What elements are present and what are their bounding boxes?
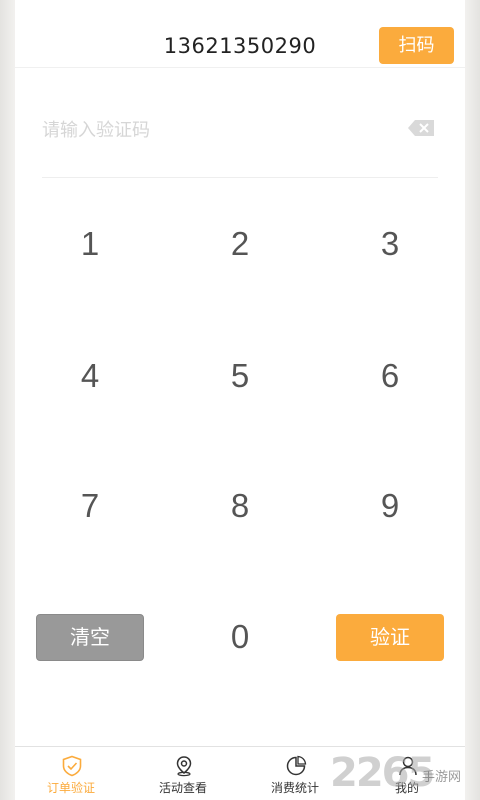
- verification-code-input[interactable]: [42, 112, 382, 148]
- key-0[interactable]: 0: [180, 597, 300, 677]
- left-edge-shadow: [0, 0, 15, 800]
- key-2[interactable]: 2: [180, 204, 300, 284]
- location-pin-icon: [176, 756, 192, 777]
- shield-check-icon: [62, 755, 82, 777]
- tab-order-verify[interactable]: 订单验证: [15, 747, 127, 800]
- backspace-icon[interactable]: [408, 120, 434, 136]
- scan-button[interactable]: 扫码: [379, 27, 454, 64]
- clear-button[interactable]: 清空: [36, 614, 144, 661]
- pie-chart-icon: [286, 755, 307, 776]
- right-edge-shadow: [465, 0, 480, 800]
- key-7[interactable]: 7: [30, 466, 150, 546]
- verify-button[interactable]: 验证: [336, 614, 444, 661]
- code-input-row: [42, 108, 438, 178]
- key-4[interactable]: 4: [30, 336, 150, 416]
- tab-activity-view[interactable]: 活动查看: [127, 747, 239, 800]
- tab-label: 消费统计: [270, 781, 319, 795]
- key-5[interactable]: 5: [180, 336, 300, 416]
- key-6[interactable]: 6: [330, 336, 450, 416]
- key-9[interactable]: 9: [330, 466, 450, 546]
- key-8[interactable]: 8: [180, 466, 300, 546]
- tab-label: 我的: [394, 781, 419, 795]
- header: 13621350290 扫码: [15, 0, 465, 68]
- tab-mine[interactable]: 我的: [351, 747, 463, 800]
- screen: 13621350290 扫码 1 2 3 4 5 6 7 8 9 清空 0 验证…: [15, 0, 465, 800]
- tab-consumption-stats[interactable]: 消费统计: [239, 747, 351, 800]
- tab-label: 活动查看: [158, 781, 207, 795]
- key-3[interactable]: 3: [330, 204, 450, 284]
- tab-label: 订单验证: [46, 781, 95, 795]
- person-icon: [399, 756, 417, 776]
- bottom-tab-bar: 订单验证 活动查看 消费统计 我的: [15, 746, 465, 800]
- key-1[interactable]: 1: [30, 204, 150, 284]
